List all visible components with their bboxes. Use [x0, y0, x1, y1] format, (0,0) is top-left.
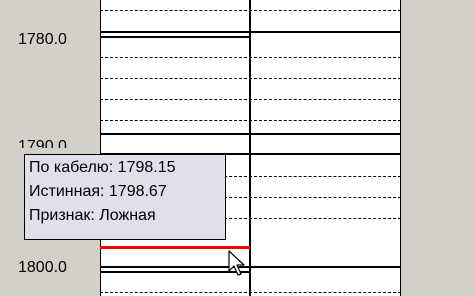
depth-label-1780: 1780.0	[18, 31, 67, 48]
tooltip-true-depth: Истинная: 1798.67	[29, 183, 167, 200]
tooltip-flag: Признак: Ложная	[29, 207, 156, 224]
major-grid-line	[100, 31, 401, 38]
grid-line	[100, 10, 401, 11]
grid-line	[100, 99, 401, 100]
grid-line	[100, 78, 401, 79]
depth-label-1790: 1790.0	[18, 138, 67, 148]
depth-log-view: 1780.0 1790.0 1800.0 По кабелю: 1798.15 …	[0, 0, 474, 296]
grid-line	[100, 57, 401, 58]
depth-tooltip: По кабелю: 1798.15 Истинная: 1798.67 При…	[24, 154, 226, 240]
selected-depth-marker[interactable]	[100, 246, 250, 249]
grid-line	[100, 120, 401, 121]
track-column-divider	[249, 0, 251, 296]
depth-label-1800: 1800.0	[18, 259, 67, 276]
major-grid-line	[100, 266, 401, 273]
grid-line	[100, 292, 401, 293]
tooltip-cable-depth: По кабелю: 1798.15	[29, 159, 176, 176]
arrow-cursor-icon	[228, 250, 245, 276]
grid-line	[100, 133, 401, 135]
